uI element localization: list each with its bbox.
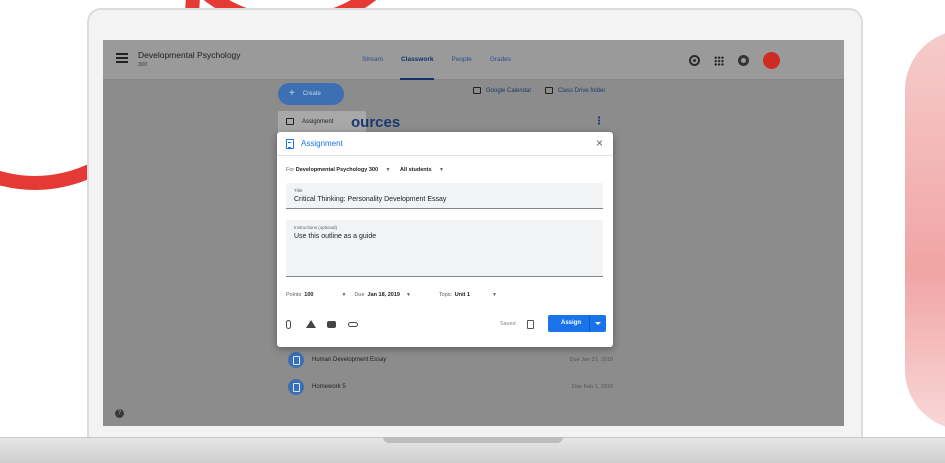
calendar-icon (473, 87, 481, 94)
youtube-icon[interactable] (327, 321, 336, 328)
list-item[interactable]: Human Development Essay Due Jan 21, 2019 (288, 350, 613, 370)
link-icon[interactable] (348, 322, 358, 327)
for-label: For (286, 167, 295, 173)
settings-gear-icon[interactable] (689, 55, 700, 66)
tab-grades[interactable]: Grades (481, 40, 520, 80)
create-button[interactable]: + Create (278, 83, 344, 105)
assign-button[interactable]: Assign (548, 315, 606, 332)
title-label: Title (294, 188, 303, 193)
menu-item-label: Assignment (302, 119, 334, 125)
title-field[interactable]: Title Critical Thinking: Personality Dev… (286, 183, 603, 209)
tab-stream[interactable]: Stream (353, 40, 392, 80)
audience-selector: For Developmental Psychology 300 ▼ All s… (286, 167, 452, 173)
tab-people[interactable]: People (442, 40, 480, 80)
chevron-down-icon: ▼ (439, 167, 444, 173)
chevron-down-icon[interactable] (595, 322, 601, 325)
list-item[interactable]: Homework 5 Due Feb 1, 2019 (288, 377, 613, 397)
title-value[interactable]: Critical Thinking: Personality Developme… (294, 196, 446, 203)
section-title: ources (351, 114, 401, 131)
help-icon[interactable]: ? (115, 409, 124, 418)
more-vert-icon[interactable] (598, 116, 600, 125)
drive-icon[interactable] (306, 320, 316, 328)
assignment-icon (288, 352, 304, 368)
dialog-header: Assignment × (277, 132, 613, 156)
document-icon[interactable] (527, 320, 534, 329)
students-dropdown[interactable]: All students (400, 167, 431, 173)
top-icons (689, 52, 780, 69)
item-due: Due Feb 1, 2019 (572, 384, 613, 390)
nav-tabs: Stream Classwork People Grades (353, 40, 520, 80)
google-calendar-label: Google Calendar (486, 87, 532, 94)
plus-icon: + (289, 88, 295, 99)
assignment-options: Points 100 ▼ Due Jan 18, 2019 ▼ Topic Un… (286, 292, 505, 298)
points-label: Points (286, 292, 302, 298)
account-ring-icon[interactable] (738, 55, 749, 66)
saved-status: Saved (500, 321, 516, 327)
decor-arc-right (905, 30, 945, 430)
dialog-footer: Saved Assign (286, 315, 606, 332)
topic-dropdown[interactable]: Unit 1 (455, 292, 470, 298)
tab-classwork[interactable]: Classwork (392, 40, 443, 80)
due-dropdown[interactable]: Jan 18, 2019 (368, 292, 400, 298)
item-title: Homework 5 (312, 384, 346, 390)
menu-icon[interactable] (116, 53, 128, 63)
close-icon[interactable]: × (596, 136, 603, 150)
top-bar: Developmental Psychology 300 Stream Clas… (103, 40, 844, 80)
course-title[interactable]: Developmental Psychology (138, 50, 241, 60)
item-due: Due Jan 21, 2019 (569, 357, 613, 363)
course-section: 300 (138, 62, 148, 68)
chevron-down-icon: ▼ (492, 292, 497, 298)
instructions-value[interactable]: Use this outline as a guide (294, 233, 376, 240)
button-divider (589, 315, 590, 332)
attach-icon[interactable] (286, 320, 291, 329)
google-calendar-link[interactable]: Google Calendar (473, 87, 531, 94)
dialog-title: Assignment (301, 139, 343, 148)
assignment-icon (288, 379, 304, 395)
assignment-icon (286, 118, 294, 125)
assign-label: Assign (561, 320, 582, 326)
due-label: Due (354, 292, 365, 298)
topic-label: Topic (438, 292, 452, 298)
item-title: Human Development Essay (312, 357, 387, 363)
folder-icon (545, 87, 553, 94)
chevron-down-icon: ▼ (385, 167, 391, 173)
chevron-down-icon: ▼ (405, 292, 411, 298)
course-dropdown[interactable]: Developmental Psychology 300 (296, 167, 378, 173)
assignment-icon (286, 139, 294, 149)
create-label: Create (302, 91, 321, 97)
instructions-label: Instructions (optional) (294, 225, 338, 230)
assignment-dialog: Assignment × For Developmental Psycholog… (277, 132, 613, 347)
laptop-notch (383, 437, 563, 443)
instructions-field[interactable]: Instructions (optional) Use this outline… (286, 220, 603, 277)
page: Developmental Psychology 300 Stream Clas… (0, 0, 945, 463)
points-dropdown[interactable]: 100 (304, 292, 313, 298)
chevron-down-icon: ▼ (341, 292, 347, 298)
classroom-screen: Developmental Psychology 300 Stream Clas… (103, 40, 844, 426)
class-drive-label: Class Drive folder (558, 87, 606, 94)
apps-grid-icon[interactable] (714, 55, 724, 66)
class-drive-link[interactable]: Class Drive folder (545, 87, 605, 94)
profile-avatar[interactable] (763, 52, 780, 69)
